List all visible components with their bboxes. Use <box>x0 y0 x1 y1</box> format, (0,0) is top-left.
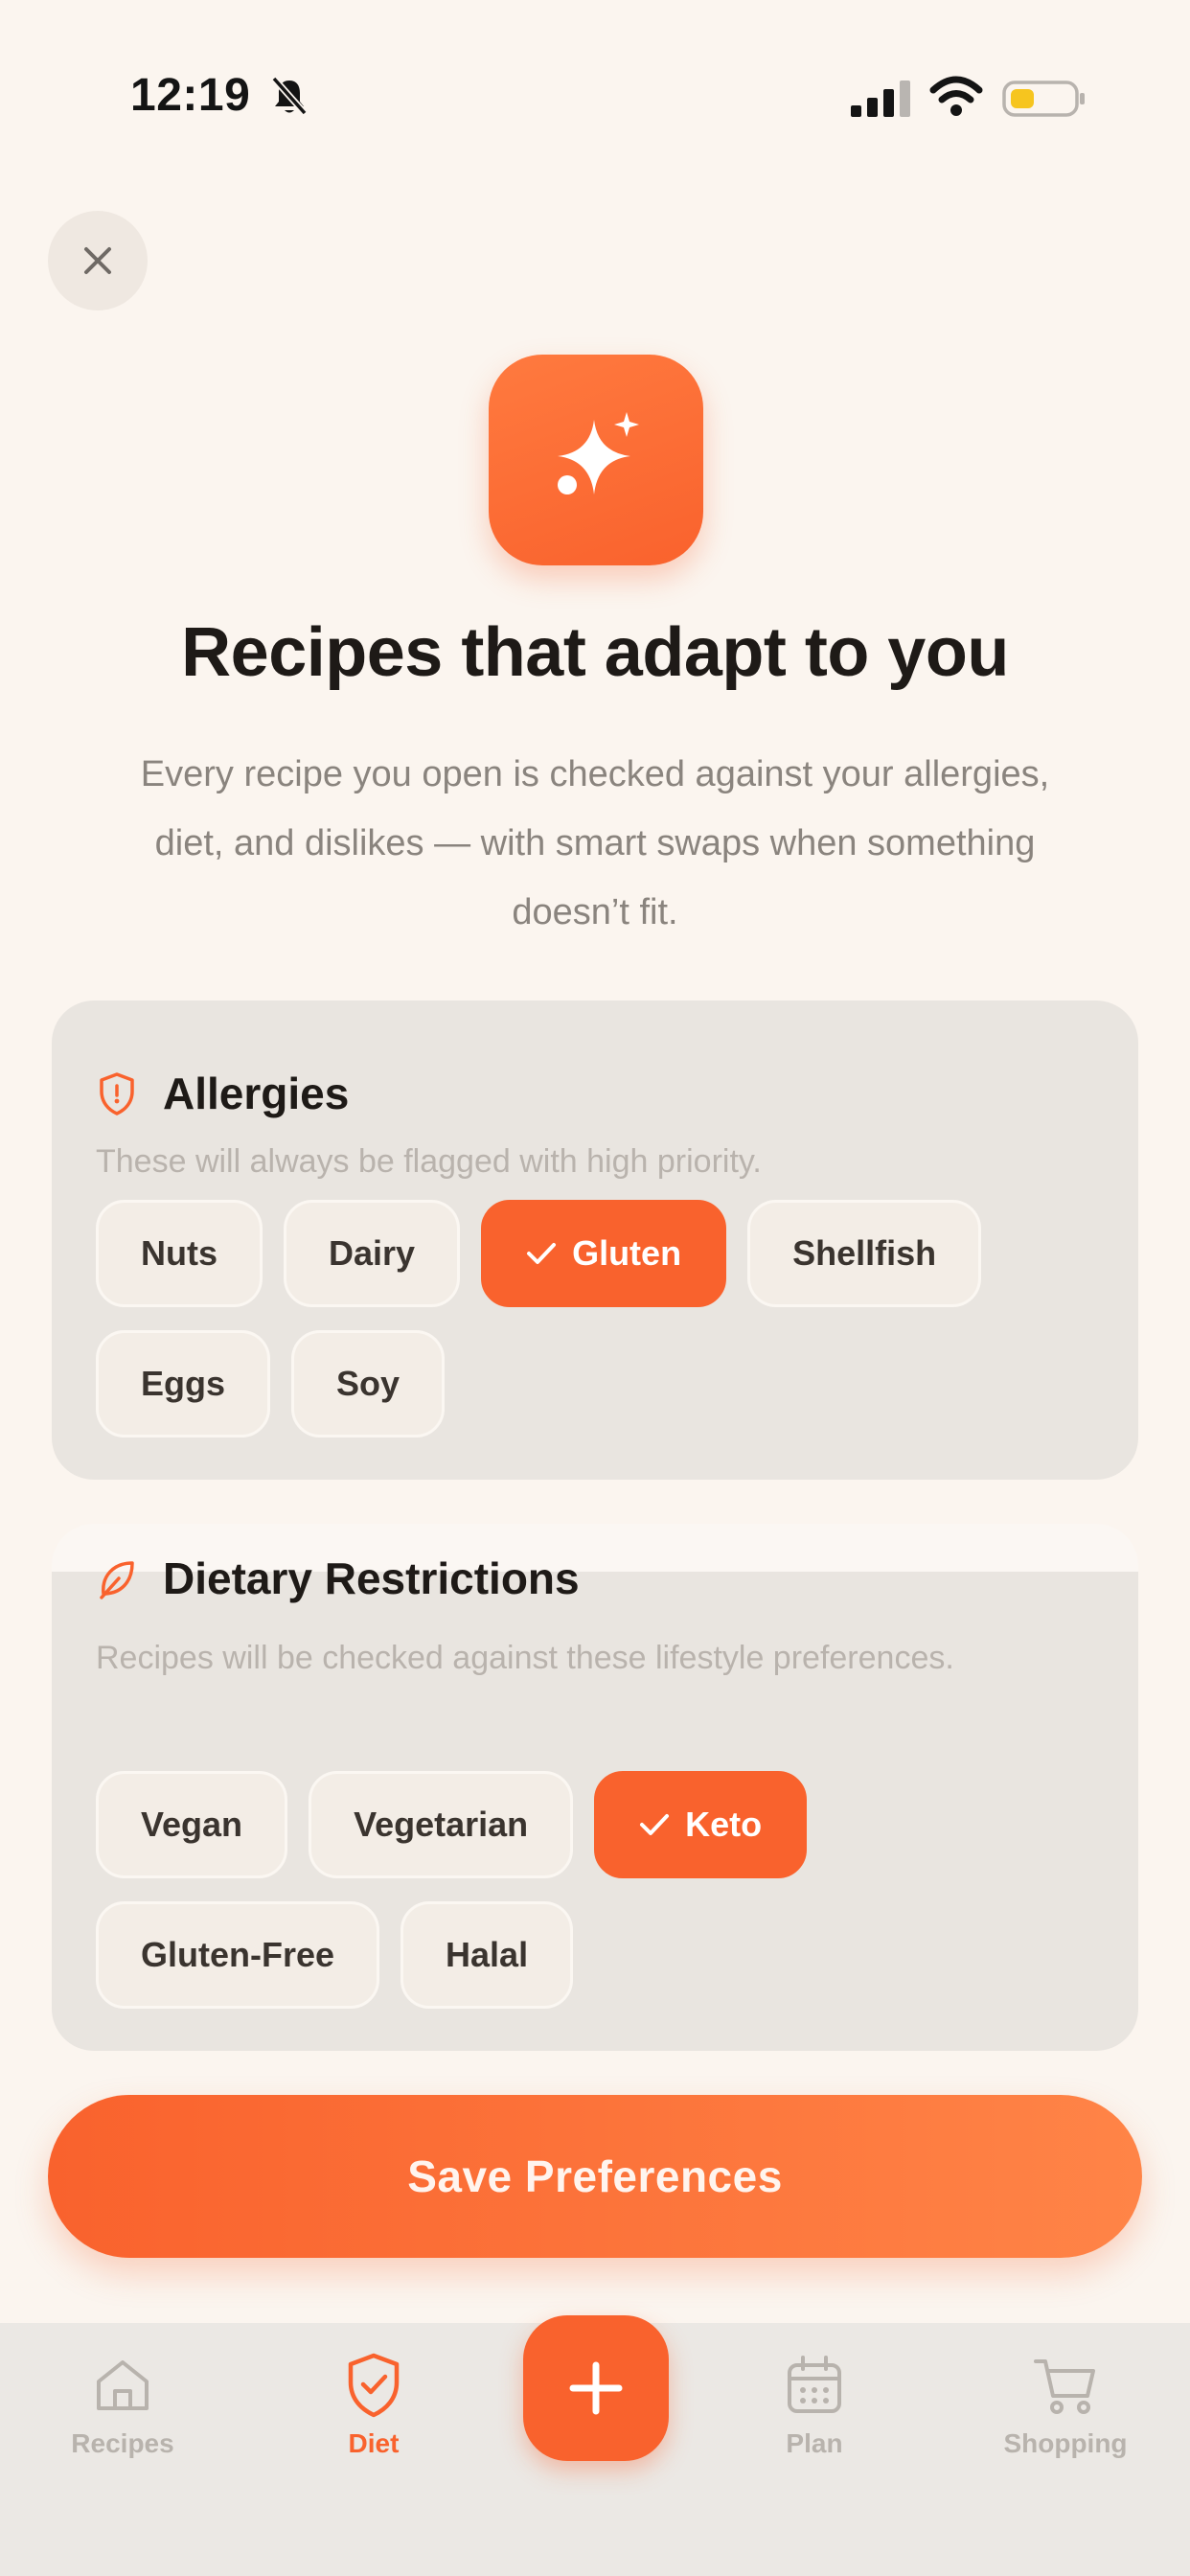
allergy-chip-dairy[interactable]: Dairy <box>284 1200 461 1307</box>
allergies-title: Allergies <box>163 1069 350 1118</box>
tab-shopping[interactable]: Shopping <box>970 2352 1161 2496</box>
allergies-header: Allergies <box>96 1068 349 1119</box>
dietary-restrictions-description: Recipes will be checked against these li… <box>96 1640 954 1676</box>
allergy-chip-gluten[interactable]: Gluten <box>481 1200 727 1307</box>
home-icon <box>89 2352 156 2419</box>
allergy-chip-eggs[interactable]: Eggs <box>96 1330 271 1438</box>
dietary-options: Vegan Vegetarian Keto Gluten-Free Halal <box>96 1771 1092 2009</box>
add-button[interactable] <box>523 2315 669 2461</box>
dietary-restrictions-title: Dietary Restrictions <box>163 1553 580 1603</box>
page-subtitle: Every recipe you open is checked against… <box>140 754 1050 932</box>
allergy-chip-nuts[interactable]: Nuts <box>96 1200 263 1307</box>
diet-chip-vegan[interactable]: Vegan <box>96 1771 288 1878</box>
allergies-card: Allergies These will always be flagged w… <box>52 1000 1138 1480</box>
tab-label: Shopping <box>1003 2428 1128 2458</box>
tab-recipes[interactable]: Recipes <box>27 2352 218 2496</box>
diet-chip-vegetarian[interactable]: Vegetarian <box>309 1771 574 1878</box>
shield-icon <box>100 1072 134 1116</box>
tab-plan[interactable]: Plan <box>719 2352 910 2496</box>
close-icon <box>84 247 111 274</box>
tab-label: Plan <box>786 2428 843 2458</box>
tab-label: Diet <box>348 2428 400 2458</box>
dietary-restrictions-header: Dietary Restrictions <box>96 1552 580 1604</box>
battery-icon <box>1002 80 1085 117</box>
cart-icon <box>1032 2352 1099 2419</box>
dietary-restrictions-card: Dietary Restrictions Recipes will be che… <box>52 1524 1138 2051</box>
diet-chip-keto[interactable]: Keto <box>594 1771 808 1878</box>
page-title: Recipes that adapt to you <box>181 614 1009 691</box>
diet-chip-gluten-free[interactable]: Gluten-Free <box>96 1901 380 2009</box>
check-icon <box>639 1812 670 1837</box>
check-icon <box>526 1241 557 1266</box>
dietary-preferences-screen: 12:19 Recipes that adapt to you Every re… <box>0 0 1190 2576</box>
close-button[interactable] <box>48 211 148 310</box>
bell-muted-icon <box>271 76 308 116</box>
diet-chip-halal[interactable]: Halal <box>400 1901 574 2009</box>
tab-label: Recipes <box>71 2428 174 2458</box>
allergies-description: These will always be flagged with high p… <box>96 1143 762 1180</box>
allergy-chip-soy[interactable]: Soy <box>291 1330 446 1438</box>
wifi-icon <box>929 76 983 116</box>
hero-sparkles-badge <box>489 355 703 565</box>
leaf-icon <box>100 1561 134 1599</box>
calendar-icon <box>781 2352 848 2419</box>
allergies-options: Nuts Dairy Gluten Shellfish Eggs Soy <box>96 1200 1092 1438</box>
allergy-chip-shellfish[interactable]: Shellfish <box>747 1200 982 1307</box>
signal-icon <box>851 80 910 117</box>
sparkles-icon <box>558 412 639 494</box>
status-time: 12:19 <box>130 70 251 121</box>
shield-check-icon <box>340 2352 407 2419</box>
save-preferences-button[interactable]: Save Preferences <box>48 2095 1142 2258</box>
status-bar: 12:19 <box>0 0 1190 172</box>
tab-diet[interactable]: Diet <box>278 2352 469 2496</box>
plus-icon <box>569 2361 623 2415</box>
